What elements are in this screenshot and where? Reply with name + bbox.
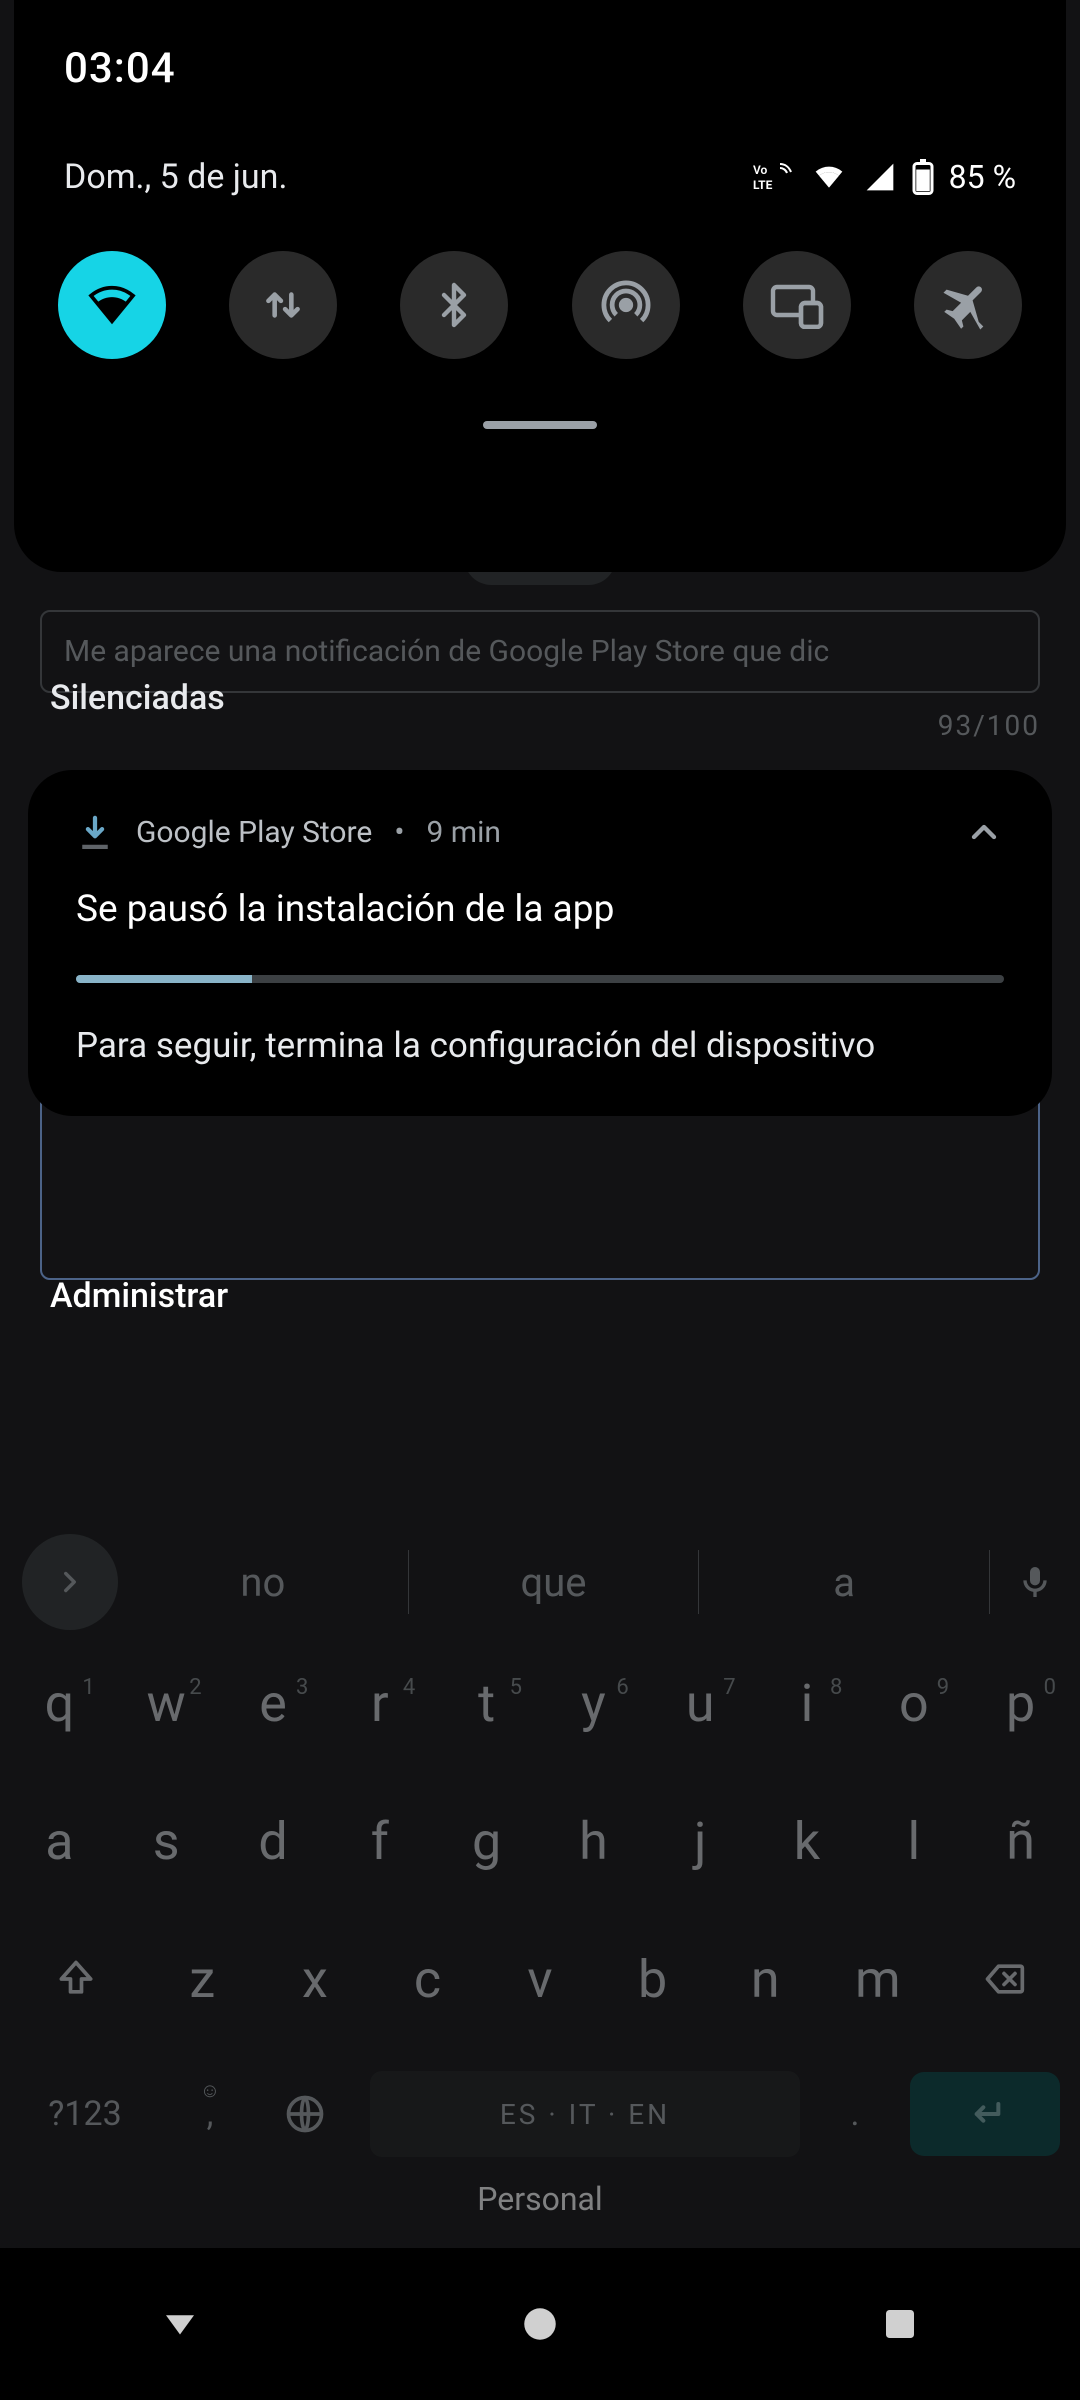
progress-bar: [76, 975, 1004, 983]
key-l[interactable]: l: [860, 1811, 967, 1872]
notification-shade: 03:04 Dom., 5 de jun. VoLTE 85 %: [14, 0, 1066, 572]
language-key[interactable]: [270, 2092, 340, 2136]
notification-card[interactable]: Google Play Store • 9 min Se pausó la in…: [28, 770, 1052, 1116]
download-icon: [76, 813, 114, 851]
notification-time: 9 min: [426, 815, 500, 850]
period-key[interactable]: .: [830, 2094, 880, 2134]
key-x[interactable]: x: [259, 1949, 372, 2010]
mic-icon[interactable]: [990, 1562, 1080, 1602]
key-h[interactable]: h: [540, 1811, 647, 1872]
clock: 03:04: [14, 0, 1066, 93]
wifi-icon: [809, 161, 849, 193]
keyboard-brand: Personal: [0, 2180, 1080, 2218]
key-w[interactable]: w2: [113, 1673, 220, 1734]
section-silenced: Silenciadas: [0, 620, 225, 718]
key-g[interactable]: g: [433, 1811, 540, 1872]
manage-button[interactable]: Administrar: [0, 1220, 228, 1316]
key-a[interactable]: a: [6, 1811, 113, 1872]
key-r[interactable]: r4: [326, 1673, 433, 1734]
battery-percent: 85 %: [949, 158, 1016, 196]
key-y[interactable]: y6: [540, 1673, 647, 1734]
key-z[interactable]: z: [146, 1949, 259, 2010]
key-q[interactable]: q1: [6, 1673, 113, 1734]
key-j[interactable]: j: [647, 1811, 754, 1872]
qs-wifi[interactable]: [58, 251, 166, 359]
expand-suggestions-button[interactable]: [22, 1534, 118, 1630]
qs-cast[interactable]: [743, 251, 851, 359]
navigation-bar: [0, 2248, 1080, 2400]
date: Dom., 5 de jun.: [64, 157, 753, 197]
qs-hotspot[interactable]: [572, 251, 680, 359]
key-f[interactable]: f: [326, 1811, 433, 1872]
backspace-key[interactable]: [934, 1957, 1074, 2001]
qs-bluetooth[interactable]: [400, 251, 508, 359]
notification-title: Se pausó la instalación de la app: [76, 888, 1004, 931]
qs-mobile-data[interactable]: [229, 251, 337, 359]
enter-key[interactable]: [910, 2072, 1060, 2156]
symbols-key[interactable]: ?123: [20, 2094, 150, 2134]
home-button[interactable]: [519, 2303, 561, 2345]
suggestion[interactable]: que: [409, 1550, 700, 1614]
status-icons: VoLTE 85 %: [753, 158, 1016, 196]
key-o[interactable]: o9: [860, 1673, 967, 1734]
key-m[interactable]: m: [821, 1949, 934, 2010]
key-b[interactable]: b: [596, 1949, 709, 2010]
key-t[interactable]: t5: [433, 1673, 540, 1734]
key-k[interactable]: k: [754, 1811, 861, 1872]
qs-airplane[interactable]: [914, 251, 1022, 359]
shift-key[interactable]: [6, 1957, 146, 2001]
suggestion[interactable]: a: [699, 1550, 990, 1614]
svg-text:LTE: LTE: [753, 178, 773, 192]
notification-app-name: Google Play Store: [136, 815, 372, 850]
key-e[interactable]: e3: [220, 1673, 327, 1734]
key-i[interactable]: i8: [754, 1673, 861, 1734]
notification-body: Para seguir, termina la configuración de…: [76, 1025, 1004, 1066]
key-n[interactable]: n: [709, 1949, 822, 2010]
recents-button[interactable]: [879, 2303, 921, 2345]
volte-icon: VoLTE: [753, 162, 795, 192]
cell-signal-icon: [863, 161, 897, 193]
battery-icon: [911, 159, 935, 195]
shade-handle[interactable]: [483, 421, 597, 429]
svg-text:Vo: Vo: [753, 163, 768, 177]
key-c[interactable]: c: [371, 1949, 484, 2010]
key-ñ[interactable]: ñ: [967, 1811, 1074, 1872]
keyboard: no que a q1w2e3r4t5y6u7i8o9p0 asdfghjklñ…: [0, 1530, 1080, 2230]
key-v[interactable]: v: [484, 1949, 597, 2010]
key-u[interactable]: u7: [647, 1673, 754, 1734]
key-p[interactable]: p0: [967, 1673, 1074, 1734]
back-button[interactable]: [159, 2303, 201, 2345]
key-s[interactable]: s: [113, 1811, 220, 1872]
chevron-up-icon[interactable]: [964, 812, 1004, 852]
suggestion[interactable]: no: [118, 1550, 409, 1614]
spacebar[interactable]: ES · IT · EN: [370, 2071, 800, 2157]
comma-key[interactable]: ☺ ,: [180, 2094, 240, 2134]
key-d[interactable]: d: [220, 1811, 327, 1872]
